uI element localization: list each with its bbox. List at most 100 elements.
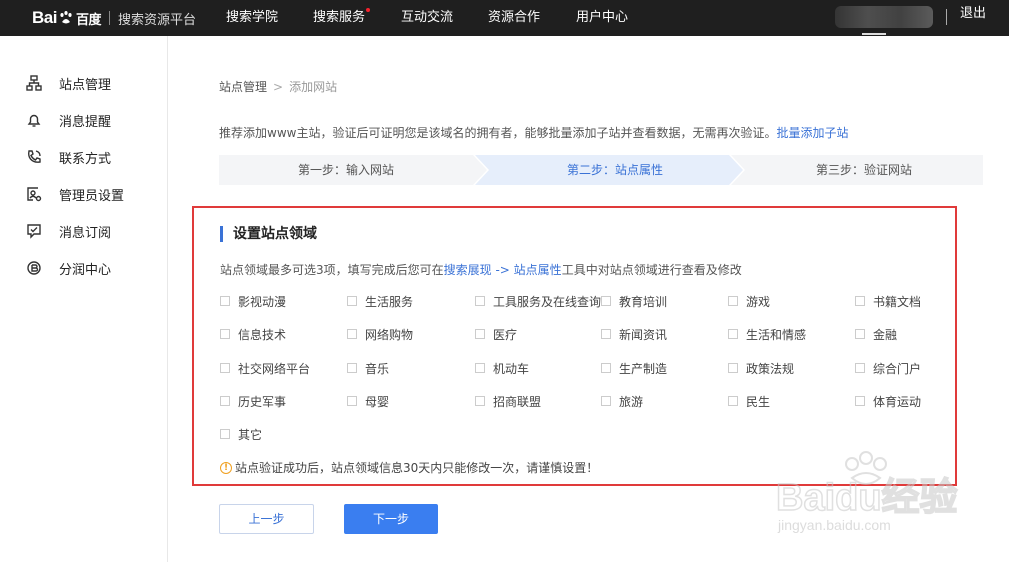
domain-checkbox[interactable]: 机动车	[475, 360, 529, 376]
warning-icon: !	[220, 461, 232, 474]
domain-checkbox[interactable]: 招商联盟	[475, 393, 541, 409]
batch-add-subsite-link[interactable]: 批量添加子站	[776, 126, 848, 140]
step-2-active: 第二步：站点属性	[566, 163, 663, 177]
checkbox-box[interactable]	[475, 296, 485, 306]
domain-checkbox[interactable]: 旅游	[601, 393, 643, 409]
notification-dot	[366, 8, 371, 12]
domain-checkbox[interactable]: 社交网络平台	[220, 360, 310, 376]
checkbox-box[interactable]	[728, 329, 738, 339]
domain-checkbox[interactable]: 游戏	[728, 293, 770, 309]
checkbox-label: 教育培训	[619, 294, 668, 309]
checkbox-box[interactable]	[347, 296, 357, 306]
checkbox-box[interactable]	[347, 396, 357, 406]
checkbox-box[interactable]	[347, 329, 357, 339]
site-attribute-link[interactable]: 站点属性	[514, 263, 562, 277]
header-divider	[946, 9, 947, 25]
search-display-link[interactable]: 搜索展现	[444, 263, 492, 277]
checkbox-label: 网络购物	[365, 327, 414, 342]
domain-checkbox[interactable]: 工具服务及在线查询	[475, 293, 601, 309]
domain-checkbox[interactable]: 体育运动	[855, 393, 921, 409]
domain-checkbox[interactable]: 政策法规	[728, 360, 794, 376]
card-title: 设置站点领域	[220, 226, 317, 242]
nav-resource-cooperation[interactable]: 资源合作	[488, 0, 540, 36]
domain-checkbox[interactable]: 历史军事	[220, 393, 286, 409]
desc-arrow: ->	[491, 263, 514, 277]
nav-search-service[interactable]: 搜索服务	[313, 0, 371, 36]
sidebar-item-label: 管理员设置	[59, 188, 125, 204]
card-description: 站点领域最多可选3项，填写完成后您可在搜索展现 -> 站点属性工具中对站点领域进…	[220, 261, 742, 278]
baidu-logo[interactable]: Bai 百度 搜索资源平台	[32, 7, 196, 29]
checkbox-box[interactable]	[601, 363, 611, 373]
checkbox-box[interactable]	[601, 329, 611, 339]
baidu-jingyan-watermark: Baidu经验 jingyan.baidu.com	[776, 451, 958, 533]
sidebar-item-label: 联系方式	[59, 151, 112, 167]
domain-checkbox[interactable]: 生活服务	[347, 293, 413, 309]
checkbox-box[interactable]	[728, 396, 738, 406]
checkbox-box[interactable]	[855, 296, 865, 306]
domain-checkbox[interactable]: 教育培训	[601, 293, 667, 309]
top-navbar: Bai 百度 搜索资源平台 搜索学院 搜索服务 互动交流 资源合作 用户中心 退…	[0, 0, 1009, 36]
sidebar-item-contact[interactable]: 联系方式	[26, 147, 111, 167]
checkbox-box[interactable]	[220, 396, 230, 406]
intro-description: 推荐添加www主站，验证后可证明您是该域名的拥有者，能够批量添加子站并查看数据，…	[219, 126, 777, 140]
domain-checkbox[interactable]: 民生	[728, 393, 770, 409]
checkbox-box[interactable]	[601, 296, 611, 306]
checkbox-box[interactable]	[728, 296, 738, 306]
logo-cn: 百度	[75, 11, 102, 27]
admin-icon	[27, 187, 42, 202]
sidebar-item-revenue[interactable]: 分润中心	[26, 258, 111, 278]
sidebar: 站点管理 消息提醒 联系方式 管理员设置 消息订阅 分润中心	[0, 36, 168, 562]
sidebar-item-admin[interactable]: 管理员设置	[26, 184, 124, 204]
checkbox-box[interactable]	[475, 329, 485, 339]
checkbox-box[interactable]	[855, 396, 865, 406]
checkbox-box[interactable]	[475, 396, 485, 406]
checkbox-label: 机动车	[493, 361, 530, 376]
sidebar-item-site-management[interactable]: 站点管理	[26, 73, 111, 93]
checkbox-box[interactable]	[728, 363, 738, 373]
checkbox-label: 政策法规	[746, 361, 795, 376]
checkbox-label: 书籍文档	[873, 294, 922, 309]
revenue-icon	[27, 261, 41, 275]
desc-pre: 站点领域最多可选3项，填写完成后您可在	[220, 263, 444, 277]
checkbox-box[interactable]	[601, 396, 611, 406]
domain-checkbox[interactable]: 生产制造	[601, 360, 667, 376]
sidebar-item-subscription[interactable]: 消息订阅	[26, 221, 111, 241]
checkbox-box[interactable]	[347, 363, 357, 373]
checkbox-box[interactable]	[220, 363, 230, 373]
domain-checkbox[interactable]: 母婴	[347, 393, 389, 409]
domain-checkbox[interactable]: 综合门户	[855, 360, 921, 376]
checkbox-label: 生活服务	[365, 294, 414, 309]
domain-checkbox[interactable]: 音乐	[347, 360, 389, 376]
domain-checkbox[interactable]: 影视动漫	[220, 293, 286, 309]
sidebar-item-messages[interactable]: 消息提醒	[26, 110, 111, 130]
domain-checkbox[interactable]: 医疗	[475, 326, 517, 342]
domain-checkbox[interactable]: 生活和情感	[728, 326, 806, 342]
checkbox-label: 游戏	[746, 294, 771, 309]
domain-checkbox[interactable]: 金融	[855, 326, 897, 342]
nav-search-academy[interactable]: 搜索学院	[226, 0, 278, 36]
logout-link[interactable]: 退出	[960, 0, 986, 30]
domain-checkbox[interactable]: 新闻资讯	[601, 326, 667, 342]
checkbox-box[interactable]	[220, 296, 230, 306]
checkbox-box[interactable]	[220, 329, 230, 339]
checkbox-box[interactable]	[855, 329, 865, 339]
breadcrumb-root[interactable]: 站点管理	[219, 80, 267, 94]
nav-user-center[interactable]: 用户中心	[576, 0, 628, 36]
sitemap-icon	[26, 75, 42, 91]
checkbox-box[interactable]	[475, 363, 485, 373]
watermark-brand: Baidu经验	[776, 477, 958, 519]
logo-text: Bai	[32, 8, 57, 27]
domain-checkbox[interactable]: 书籍文档	[855, 293, 921, 309]
checkbox-box[interactable]	[855, 363, 865, 373]
domain-checkbox[interactable]: 网络购物	[347, 326, 413, 342]
checkbox-label: 影视动漫	[238, 294, 287, 309]
next-step-button[interactable]: 下一步	[344, 504, 438, 534]
phone-icon	[28, 150, 41, 163]
nav-interaction[interactable]: 互动交流	[401, 0, 453, 36]
user-name-blurred[interactable]	[835, 6, 933, 28]
domain-checkbox[interactable]: 信息技术	[220, 326, 286, 342]
domain-checkbox[interactable]: 其它	[220, 426, 262, 442]
previous-step-button[interactable]: 上一步	[219, 504, 314, 534]
checkbox-box[interactable]	[220, 429, 230, 439]
sidebar-item-label: 站点管理	[59, 77, 112, 93]
